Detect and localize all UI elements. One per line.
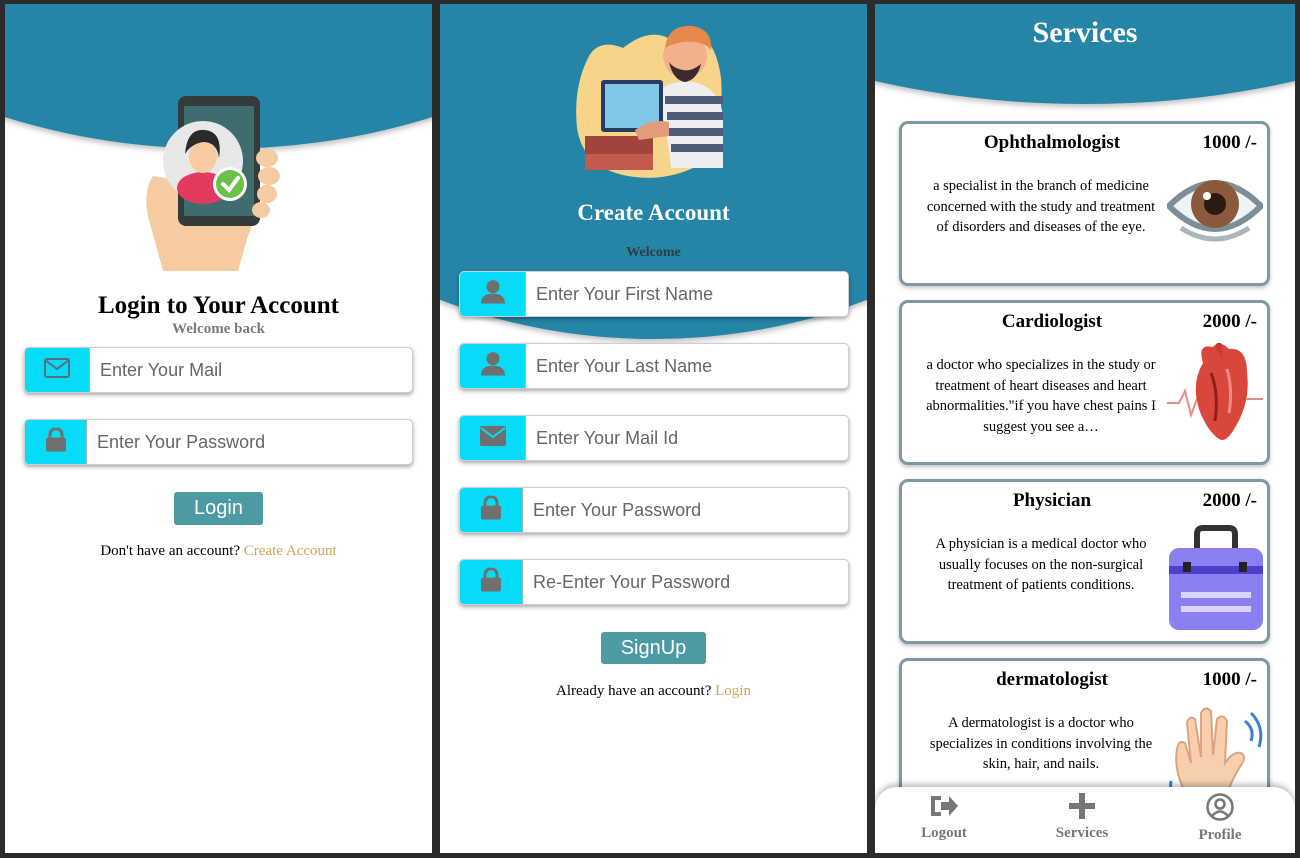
page-subtitle: Welcome back — [172, 321, 265, 337]
service-price: 1000 /- — [1202, 132, 1257, 153]
service-description: A physician is a medical doctor who usua… — [935, 536, 1147, 593]
service-description: A dermatologist is a doctor who speciali… — [929, 715, 1153, 772]
user-icon — [460, 344, 526, 388]
signup-prompt: Don't have an account? Create Account — [5, 543, 432, 560]
service-name: dermatologist — [996, 669, 1108, 690]
user-icon — [460, 272, 526, 316]
lock-icon — [25, 420, 87, 464]
profile-icon — [1206, 793, 1234, 821]
create-account-link[interactable]: Create Account — [244, 543, 337, 559]
login-prompt: Already have an account? Login — [440, 683, 867, 700]
password-field[interactable] — [459, 487, 849, 533]
service-name: Cardiologist — [1001, 311, 1103, 332]
email-input[interactable] — [90, 348, 412, 392]
service-card-cardiologist[interactable]: Cardiologist 2000 /- a doctor who specia… — [899, 300, 1270, 465]
mail-field[interactable] — [459, 415, 849, 461]
reenter-password-input[interactable] — [523, 560, 848, 604]
last-name-input[interactable] — [526, 344, 848, 388]
last-name-field[interactable] — [459, 343, 849, 389]
bottom-nav: Logout Services Profile — [875, 787, 1295, 853]
service-description: a doctor who specializes in the study or… — [926, 357, 1156, 435]
lock-icon — [460, 560, 523, 604]
envelope-icon — [460, 416, 526, 460]
nav-services-label: Services — [1055, 825, 1109, 841]
reenter-password-field[interactable] — [459, 559, 849, 605]
page-title: Create Account — [577, 200, 730, 225]
heart-icon — [1167, 343, 1263, 440]
nav-services[interactable]: Services — [1037, 793, 1127, 842]
phone-verified-illustration — [146, 96, 280, 271]
password-input[interactable] — [523, 488, 848, 532]
first-name-input[interactable] — [526, 272, 848, 316]
nav-profile-label: Profile — [1198, 827, 1242, 843]
service-price: 2000 /- — [1202, 490, 1257, 511]
mail-input[interactable] — [526, 416, 848, 460]
signup-button[interactable]: SignUp — [601, 632, 706, 664]
service-name: Ophthalmologist — [983, 132, 1121, 153]
service-name: Physician — [1012, 490, 1092, 511]
plus-icon — [1069, 793, 1095, 819]
page-title: Login to Your Account — [97, 292, 339, 319]
nav-logout[interactable]: Logout — [899, 793, 989, 842]
service-price: 2000 /- — [1202, 311, 1257, 332]
signup-prompt-text: Don't have an account? — [100, 543, 241, 559]
page-subtitle: Welcome — [626, 245, 681, 260]
login-screen: Login to Your Account Welcome back Login… — [5, 4, 432, 853]
services-screen: Services Ophthalmologist 1000 /- a speci… — [875, 4, 1295, 853]
login-link[interactable]: Login — [715, 683, 751, 699]
login-button[interactable]: Login — [174, 492, 263, 525]
logout-icon — [931, 796, 958, 816]
mail-icon — [25, 348, 90, 392]
eye-icon — [1167, 180, 1263, 242]
nav-logout-label: Logout — [921, 825, 967, 841]
page-title: Services — [1032, 16, 1138, 49]
password-input[interactable] — [87, 420, 412, 464]
password-field[interactable] — [24, 419, 413, 465]
service-card-physician[interactable]: Physician 2000 /- A physician is a medic… — [899, 479, 1270, 644]
service-price: 1000 /- — [1202, 669, 1257, 690]
person-laptop-illustration — [576, 25, 723, 178]
service-card-ophthalmologist[interactable]: Ophthalmologist 1000 /- a specialist in … — [899, 121, 1270, 286]
nav-profile[interactable]: Profile — [1175, 793, 1265, 844]
email-field[interactable] — [24, 347, 413, 393]
service-description: a specialist in the branch of medicine c… — [926, 178, 1156, 235]
medical-bag-icon — [1169, 525, 1263, 630]
signup-screen: Create Account Welcome SignUp Already ha… — [440, 4, 867, 853]
login-prompt-text: Already have an account? — [556, 683, 712, 699]
lock-icon — [460, 488, 523, 532]
first-name-field[interactable] — [459, 271, 849, 317]
